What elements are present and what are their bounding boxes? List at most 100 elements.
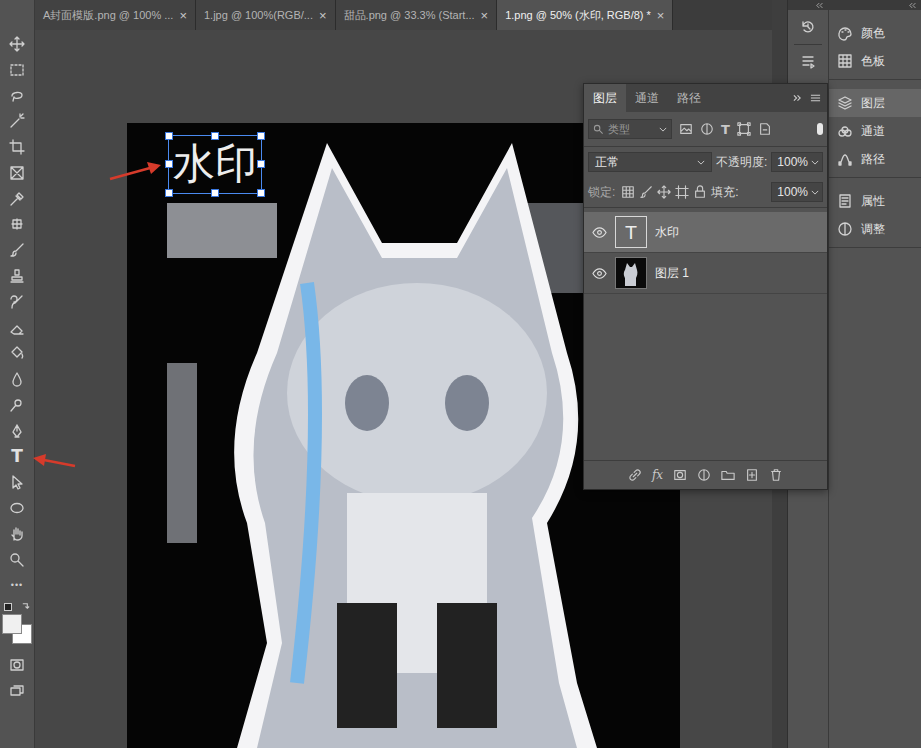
- tool-button[interactable]: [0, 212, 35, 238]
- tool-button[interactable]: [0, 57, 35, 83]
- panel-tab[interactable]: 通道: [626, 84, 668, 112]
- transform-handle[interactable]: [165, 160, 173, 168]
- stamp-tool-icon[interactable]: [9, 268, 25, 284]
- tool-button[interactable]: •••: [0, 573, 35, 599]
- quick-mask-icon[interactable]: [9, 657, 25, 673]
- zoom-tool-icon[interactable]: [9, 552, 25, 568]
- document-tab[interactable]: 甜品.png @ 33.3% (Start... ×: [336, 0, 498, 30]
- dock-item-label[interactable]: 属性: [861, 193, 885, 210]
- trash-icon[interactable]: [769, 468, 783, 482]
- adjustment-filter-icon[interactable]: [700, 122, 714, 136]
- pen-tool-icon[interactable]: [9, 423, 25, 439]
- expand-icon[interactable]: [793, 94, 802, 102]
- collapse-icon[interactable]: [816, 3, 824, 8]
- lock-pixels-icon[interactable]: [639, 185, 653, 199]
- actions-button[interactable]: [800, 45, 816, 79]
- transform-handle[interactable]: [257, 160, 265, 168]
- link-icon[interactable]: [628, 468, 642, 482]
- filter-toggle[interactable]: [817, 123, 823, 135]
- dock-item-label[interactable]: 图层: [861, 95, 885, 112]
- dodge-tool-icon[interactable]: [9, 397, 25, 413]
- lock-transparency-icon[interactable]: [621, 185, 635, 199]
- default-colors-icon[interactable]: [4, 603, 12, 611]
- lasso-tool-icon[interactable]: [9, 87, 25, 103]
- document-tab[interactable]: 1.png @ 50% (水印, RGB/8) * ×: [497, 0, 673, 30]
- tool-button[interactable]: [0, 160, 35, 186]
- text-tool-icon[interactable]: T: [11, 448, 23, 465]
- dock-item[interactable]: 色板: [829, 47, 921, 75]
- panel-icon[interactable]: [837, 95, 853, 111]
- panel-menu-icon[interactable]: [810, 93, 821, 103]
- tab-label[interactable]: 1.png @ 50% (水印, RGB/8) *: [505, 8, 651, 23]
- eyedropper-tool-icon[interactable]: [9, 191, 25, 207]
- filter-kind-dropdown[interactable]: 类型: [588, 119, 672, 139]
- frame-tool-icon[interactable]: [9, 165, 25, 181]
- color-swatches[interactable]: [2, 601, 32, 647]
- panel-icon[interactable]: [837, 123, 853, 139]
- dock-item-label[interactable]: 路径: [861, 151, 885, 168]
- tool-button[interactable]: [0, 392, 35, 418]
- dock-item-label[interactable]: 色板: [861, 53, 885, 70]
- move-tool-icon[interactable]: [9, 36, 25, 52]
- new-layer-icon[interactable]: [745, 468, 759, 482]
- transform-handle[interactable]: [165, 132, 173, 140]
- wand-tool-icon[interactable]: [9, 113, 25, 129]
- tool-button[interactable]: [0, 31, 35, 57]
- blur-tool-icon[interactable]: [9, 371, 25, 387]
- screen-mode-button[interactable]: [0, 678, 35, 704]
- dock-item[interactable]: 通道: [829, 117, 921, 145]
- collapse-bar[interactable]: [829, 0, 921, 10]
- dock-item[interactable]: 颜色: [829, 19, 921, 47]
- close-tab-button[interactable]: ×: [657, 8, 665, 23]
- heal-tool-icon[interactable]: [9, 216, 25, 232]
- document-tab[interactable]: 1.jpg @ 100%(RGB/... ×: [196, 0, 336, 30]
- lock-all-icon[interactable]: [693, 185, 707, 199]
- panel-icon[interactable]: [837, 25, 853, 41]
- layer-name[interactable]: 图层 1: [655, 265, 689, 282]
- dock-item[interactable]: 图层: [829, 89, 921, 117]
- tool-button[interactable]: [0, 495, 35, 521]
- panel-icon[interactable]: [837, 193, 853, 209]
- foreground-color[interactable]: [2, 614, 22, 634]
- panel-icon[interactable]: [837, 53, 853, 69]
- blend-mode-value[interactable]: 正常: [595, 154, 619, 171]
- collapse-icon[interactable]: [909, 3, 917, 8]
- tool-button[interactable]: [0, 341, 35, 367]
- quick-mask-button[interactable]: [0, 653, 35, 679]
- transform-handle[interactable]: [257, 132, 265, 140]
- tab-label[interactable]: 1.jpg @ 100%(RGB/...: [204, 9, 313, 21]
- tool-button[interactable]: [0, 289, 35, 315]
- marquee-tool-icon[interactable]: [9, 62, 25, 78]
- pathselect-tool-icon[interactable]: [9, 474, 25, 490]
- eye-icon[interactable]: [592, 225, 607, 240]
- dock-item-label[interactable]: 通道: [861, 123, 885, 140]
- layer-name[interactable]: 水印: [655, 224, 679, 241]
- close-tab-button[interactable]: ×: [481, 8, 489, 23]
- tool-button[interactable]: [0, 237, 35, 263]
- layer-style-button[interactable]: fx: [652, 468, 663, 482]
- eye-icon[interactable]: [592, 266, 607, 281]
- tool-button[interactable]: [0, 366, 35, 392]
- dock-item-label[interactable]: 调整: [861, 221, 885, 238]
- layer-row[interactable]: 图层 1: [584, 253, 827, 294]
- type-filter-icon[interactable]: T: [721, 123, 730, 136]
- tool-button[interactable]: [0, 315, 35, 341]
- tool-button[interactable]: [0, 521, 35, 547]
- screen-mode-icon[interactable]: [9, 683, 25, 699]
- opacity-field[interactable]: 100%: [771, 152, 823, 172]
- bucket-tool-icon[interactable]: [9, 345, 25, 361]
- lock-position-icon[interactable]: [657, 185, 671, 199]
- brush-tool-icon[interactable]: [9, 242, 25, 258]
- fill-field[interactable]: 100%: [771, 182, 823, 202]
- pixel-filter-icon[interactable]: [679, 122, 693, 136]
- panel-tab[interactable]: 图层: [584, 84, 626, 112]
- tool-button[interactable]: T: [0, 444, 35, 470]
- crop-tool-icon[interactable]: [9, 139, 25, 155]
- hand-tool-icon[interactable]: [9, 526, 25, 542]
- layer-row[interactable]: T 水印: [584, 212, 827, 253]
- lock-artboard-icon[interactable]: [675, 185, 689, 199]
- tool-button[interactable]: [0, 547, 35, 573]
- actions-icon[interactable]: [800, 54, 816, 70]
- tool-button[interactable]: [0, 134, 35, 160]
- history-button[interactable]: [800, 10, 816, 44]
